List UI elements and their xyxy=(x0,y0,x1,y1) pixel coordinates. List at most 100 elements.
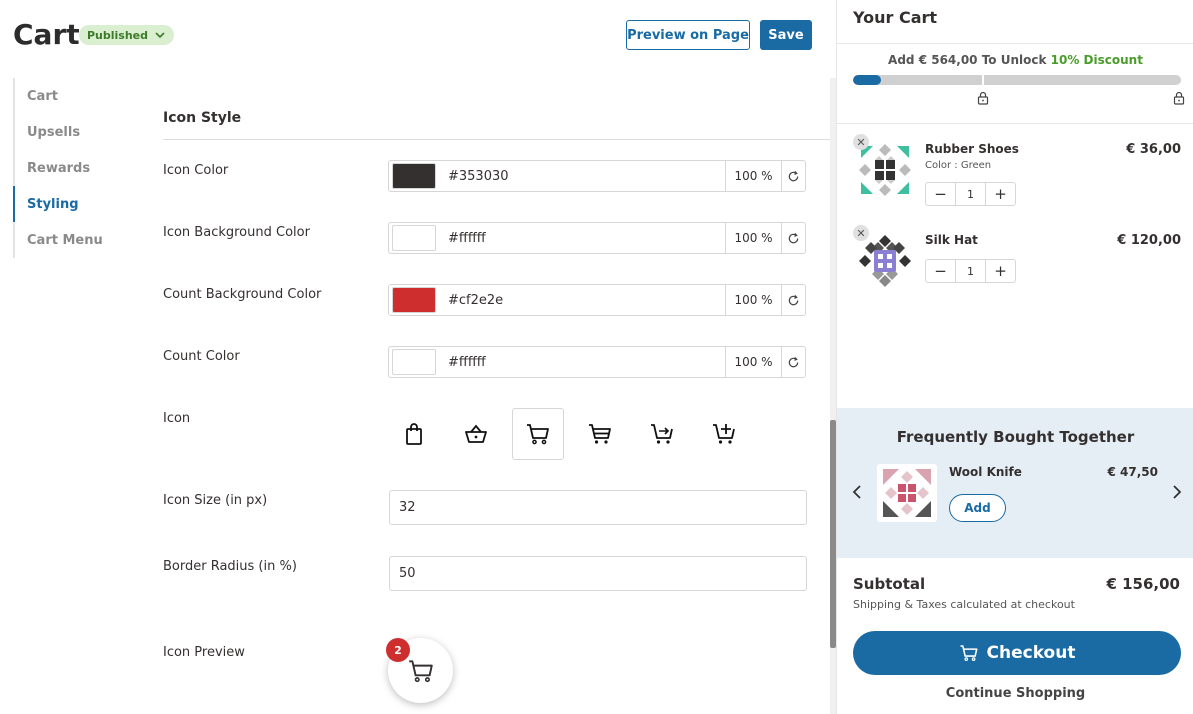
unlock-discount: 10% Discount xyxy=(1050,53,1143,67)
fbt-product-price: € 47,50 xyxy=(1107,465,1158,479)
chevron-right-icon[interactable] xyxy=(1171,484,1183,500)
icon-size-label: Icon Size (in px) xyxy=(163,493,268,508)
section-divider xyxy=(163,139,830,140)
shipping-note: Shipping & Taxes calculated at checkout xyxy=(853,598,1075,611)
cart-title: Your Cart xyxy=(853,8,938,27)
cart-drawer: Your Cart Add € 564,00 To Unlock 10% Dis… xyxy=(836,0,1193,714)
settings-sidebar: Cart Upsells Rewards Styling Cart Menu xyxy=(13,78,133,258)
product-image xyxy=(859,235,911,287)
border-radius-label: Border Radius (in %) xyxy=(163,559,297,574)
reset-icon[interactable] xyxy=(781,285,805,315)
cart-item: ✕ Rubber Shoes Color : Green € 36,00 − 1… xyxy=(853,134,1181,206)
cart-arrow-icon xyxy=(651,424,673,444)
icon-color-label: Icon Color xyxy=(163,163,229,178)
count-color-opacity[interactable]: 100 % xyxy=(725,347,781,377)
status-dropdown[interactable]: Published xyxy=(79,25,175,45)
sidebar-item-rewards[interactable]: Rewards xyxy=(13,150,133,186)
checkout-label: Checkout xyxy=(986,643,1076,663)
count-color-hex[interactable]: #ffffff xyxy=(436,355,725,370)
decrease-button[interactable]: − xyxy=(926,262,955,280)
sidebar-item-styling[interactable]: Styling xyxy=(13,186,133,222)
fbt-product-image xyxy=(877,464,937,522)
count-bg-color-opacity[interactable]: 100 % xyxy=(725,285,781,315)
bag-icon xyxy=(406,423,422,445)
sidebar-item-cart[interactable]: Cart xyxy=(13,78,133,114)
count-bg-color-swatch[interactable] xyxy=(392,287,436,313)
count-color-label: Count Color xyxy=(163,349,240,364)
item-price: € 120,00 xyxy=(1117,233,1181,248)
preview-on-page-button[interactable]: Preview on Page xyxy=(626,20,750,50)
sidebar-item-upsells[interactable]: Upsells xyxy=(13,114,133,150)
unlock-message: Add € 564,00 To Unlock 10% Discount xyxy=(837,53,1193,67)
icon-size-input[interactable]: 32 xyxy=(389,490,807,525)
count-color-swatch[interactable] xyxy=(392,349,436,375)
icon-option-basket[interactable] xyxy=(450,408,502,460)
status-label: Published xyxy=(87,28,149,42)
sidebar-item-cart-menu[interactable]: Cart Menu xyxy=(13,222,133,258)
unlock-prefix: Add € 564,00 To Unlock xyxy=(888,53,1051,67)
lock-icon xyxy=(977,91,989,105)
product-image xyxy=(859,144,911,196)
icon-bg-color-label: Icon Background Color xyxy=(163,225,310,240)
reset-icon[interactable] xyxy=(781,347,805,377)
subtotal-label: Subtotal xyxy=(853,575,926,593)
border-radius-input[interactable]: 50 xyxy=(389,556,807,591)
increase-button[interactable]: + xyxy=(986,262,1015,280)
continue-shopping-link[interactable]: Continue Shopping xyxy=(837,686,1193,701)
icon-bg-color-field: #ffffff 100 % xyxy=(388,222,806,254)
icon-option-cart-plus[interactable] xyxy=(698,408,750,460)
count-badge: 2 xyxy=(386,638,410,662)
quantity-stepper: − 1 + xyxy=(925,182,1016,206)
icon-label: Icon xyxy=(163,411,191,426)
decrease-button[interactable]: − xyxy=(926,185,955,203)
divider xyxy=(837,43,1193,44)
icon-preview-label: Icon Preview xyxy=(163,645,245,660)
quantity-stepper: − 1 + xyxy=(925,259,1016,283)
cart-icon xyxy=(960,645,977,661)
cart-icon xyxy=(408,659,433,682)
icon-option-cart-arrow[interactable] xyxy=(636,408,688,460)
basket-icon xyxy=(465,424,487,443)
item-variant: Color : Green xyxy=(925,160,992,171)
quantity-value[interactable]: 1 xyxy=(955,260,986,282)
icon-bg-color-hex[interactable]: #ffffff xyxy=(436,231,725,246)
count-bg-color-field: #cf2e2e 100 % xyxy=(388,284,806,316)
count-bg-color-hex[interactable]: #cf2e2e xyxy=(436,293,725,308)
reset-icon[interactable] xyxy=(781,223,805,253)
icon-color-field: #353030 100 % xyxy=(388,160,806,192)
quantity-value[interactable]: 1 xyxy=(955,183,986,205)
count-color-field: #ffffff 100 % xyxy=(388,346,806,378)
item-name: Silk Hat xyxy=(925,233,978,247)
item-name: Rubber Shoes xyxy=(925,142,1019,156)
cart-plus-icon xyxy=(713,424,735,444)
section-title: Icon Style xyxy=(163,110,242,126)
icon-option-cart-filled[interactable] xyxy=(574,408,626,460)
remove-item-button[interactable]: ✕ xyxy=(853,225,869,241)
add-button[interactable]: Add xyxy=(949,494,1006,522)
product-image xyxy=(883,469,931,517)
lock-icon xyxy=(1173,91,1185,105)
icon-option-bag[interactable] xyxy=(388,408,440,460)
cart-icon xyxy=(527,424,549,445)
chevron-left-icon[interactable] xyxy=(851,484,863,500)
reset-icon[interactable] xyxy=(781,161,805,191)
fbt-title: Frequently Bought Together xyxy=(896,428,1135,446)
icon-option-cart[interactable] xyxy=(512,408,564,460)
remove-item-button[interactable]: ✕ xyxy=(853,134,869,150)
icon-color-opacity[interactable]: 100 % xyxy=(725,161,781,191)
frequently-bought-together: Frequently Bought Together Wool Knife € … xyxy=(837,408,1193,558)
save-button[interactable]: Save xyxy=(760,20,812,50)
chevron-down-icon xyxy=(155,32,165,39)
fbt-product-name: Wool Knife xyxy=(949,465,1022,479)
icon-bg-color-opacity[interactable]: 100 % xyxy=(725,223,781,253)
cart-filled-icon xyxy=(589,424,611,444)
icon-bg-color-swatch[interactable] xyxy=(392,225,436,251)
count-bg-color-label: Count Background Color xyxy=(163,287,322,302)
checkout-button[interactable]: Checkout xyxy=(853,631,1181,675)
icon-color-hex[interactable]: #353030 xyxy=(436,169,725,184)
reward-progress-fill xyxy=(853,75,881,85)
subtotal-value: € 156,00 xyxy=(1106,575,1180,593)
icon-picker xyxy=(388,408,760,460)
increase-button[interactable]: + xyxy=(986,185,1015,203)
icon-color-swatch[interactable] xyxy=(392,163,436,189)
